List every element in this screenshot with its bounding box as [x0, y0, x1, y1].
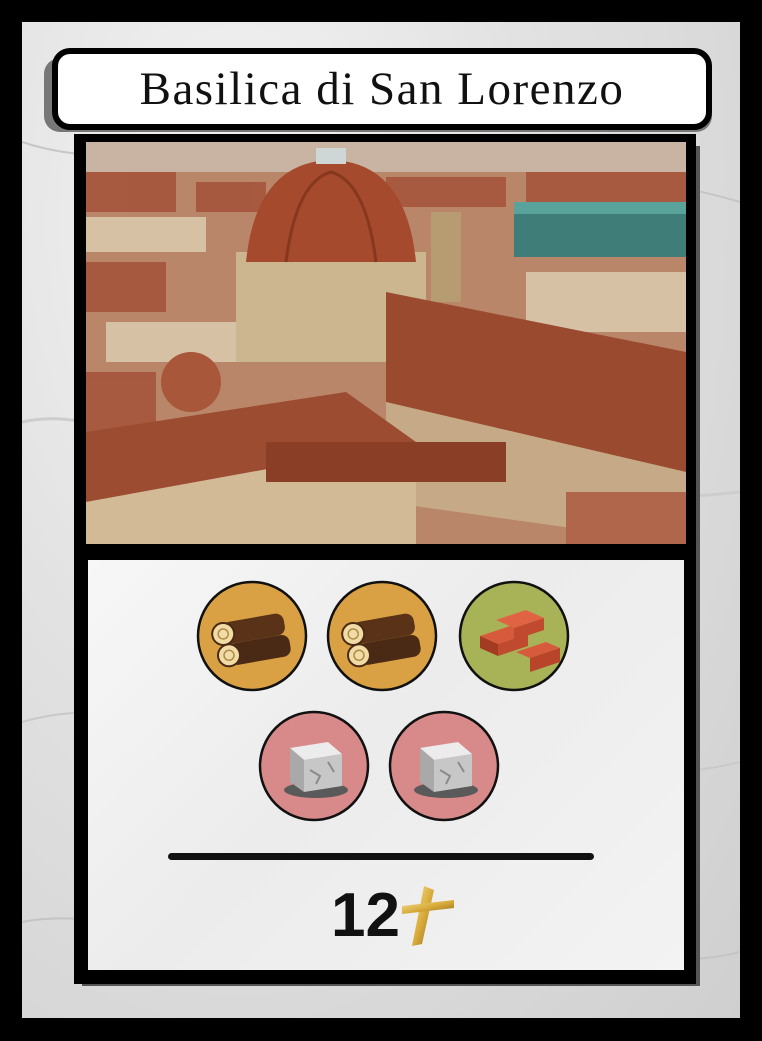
victory-points: 12: [331, 881, 400, 950]
gold-cross-icon: [402, 886, 454, 946]
stone-block-icon: [388, 710, 500, 822]
basilica-photo: [86, 142, 686, 544]
wood-logs-icon: [326, 580, 438, 692]
bricks-icon: [458, 580, 570, 692]
divider: [168, 853, 594, 860]
stone-block-icon: [258, 710, 370, 822]
card-title: Basilica di San Lorenzo: [52, 48, 712, 130]
wood-logs-icon: [196, 580, 308, 692]
